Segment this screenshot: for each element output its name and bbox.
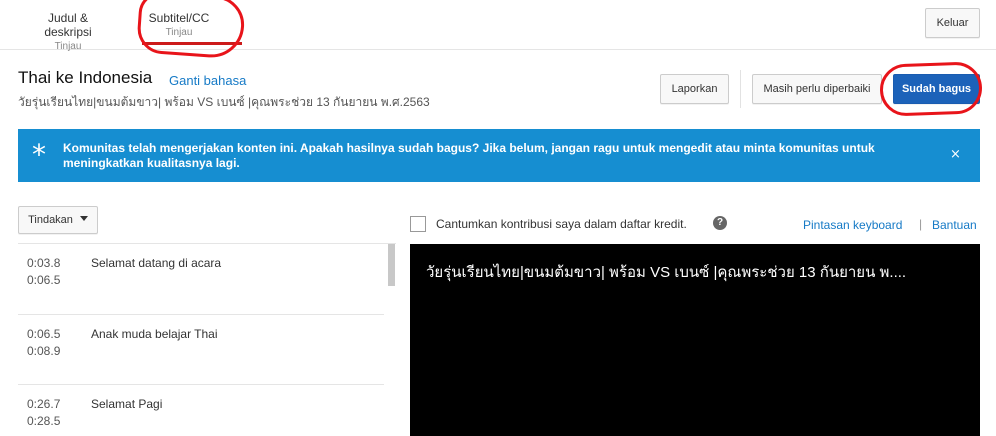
actions-dropdown[interactable]: Tindakan [18, 206, 98, 234]
credit-checkbox[interactable] [410, 216, 426, 232]
caption-text: Anak muda belajar Thai [91, 327, 218, 341]
video-player[interactable]: วัยรุ่นเรียนไทย|ขนมต้มขาว| พร้อม VS เบนซ… [410, 244, 980, 436]
caption-end-time: 0:28.5 [27, 414, 61, 428]
caption-list: 0:03.8 0:06.5 Selamat datang di acara 0:… [18, 243, 396, 436]
help-icon[interactable]: ? [713, 216, 727, 230]
tab-title-description[interactable]: Judul & deskripsi Tinjau [24, 11, 112, 53]
chevron-down-icon [79, 216, 88, 221]
tab-label: Judul & deskripsi [44, 11, 92, 39]
scrollbar[interactable] [388, 244, 395, 286]
caption-text: Selamat datang di acara [91, 256, 222, 270]
list-item[interactable]: 0:06.5 0:08.9 Anak muda belajar Thai [18, 315, 384, 385]
needs-work-button[interactable]: Masih perlu diperbaiki [752, 74, 882, 104]
close-icon[interactable]: × [950, 147, 961, 162]
asterisk-icon: * [32, 138, 46, 171]
top-tab-bar: Judul & deskripsi Tinjau Subtitel/CC Tin… [0, 0, 996, 53]
logout-button[interactable]: Keluar [925, 8, 980, 38]
page-title: Thai ke Indonesia [18, 68, 153, 87]
help-link[interactable]: Bantuan [932, 218, 977, 232]
button-divider [740, 70, 741, 108]
list-item[interactable]: 0:26.7 0:28.5 Selamat Pagi [18, 385, 384, 436]
keyboard-shortcuts-link[interactable]: Pintasan keyboard [803, 218, 902, 232]
active-tab-indicator [142, 42, 242, 45]
info-banner: * Komunitas telah mengerjakan konten ini… [18, 129, 980, 182]
link-separator: | [919, 217, 923, 231]
caption-end-time: 0:08.9 [27, 344, 61, 358]
caption-start-time: 0:26.7 [27, 397, 61, 411]
banner-message: Komunitas telah mengerjakan konten ini. … [63, 141, 875, 170]
list-item[interactable]: 0:03.8 0:06.5 Selamat datang di acara [18, 244, 384, 315]
tab-subtitles-cc[interactable]: Subtitel/CC Tinjau [146, 11, 212, 39]
report-button[interactable]: Laporkan [660, 74, 729, 104]
credit-label: Cantumkan kontribusi saya dalam daftar k… [436, 217, 687, 231]
video-caption-overlay: วัยรุ่นเรียนไทย|ขนมต้มขาว| พร้อม VS เบนซ… [426, 264, 907, 281]
tab-status: Tinjau [165, 27, 193, 38]
caption-end-time: 0:06.5 [27, 273, 61, 287]
actions-label: Tindakan [28, 214, 73, 226]
caption-start-time: 0:06.5 [27, 327, 61, 341]
tab-label: Subtitel/CC [148, 11, 210, 25]
caption-start-time: 0:03.8 [27, 256, 61, 270]
looks-good-button[interactable]: Sudah bagus [893, 74, 980, 104]
video-title: วัยรุ่นเรียนไทย|ขนมต้มขาว| พร้อม VS เบนซ… [18, 95, 430, 109]
tab-status: Tinjau [54, 41, 82, 52]
caption-text: Selamat Pagi [91, 397, 163, 411]
caption-review-page: Judul & deskripsi Tinjau Subtitel/CC Tin… [0, 0, 996, 436]
change-language-link[interactable]: Ganti bahasa [169, 73, 246, 88]
